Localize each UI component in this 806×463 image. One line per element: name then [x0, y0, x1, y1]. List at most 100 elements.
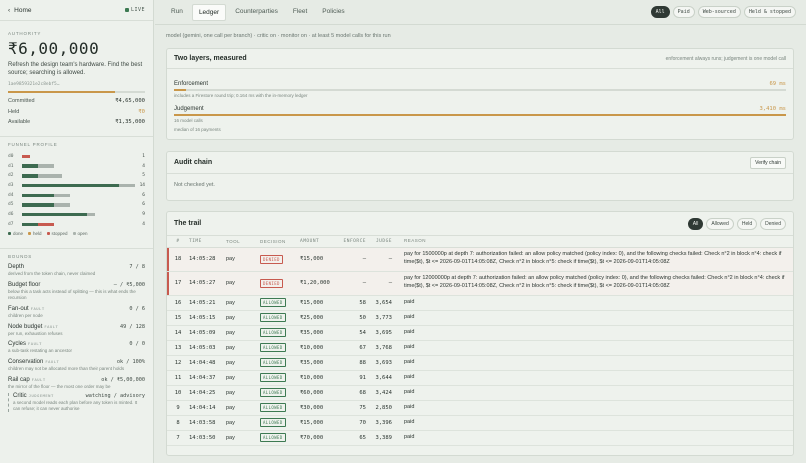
funnel-legend: done held stopped open: [0, 231, 153, 250]
table-row[interactable]: 12 14:04:48 pay ALLOWED ₹35,000 88 3,693 paid: [167, 355, 793, 371]
decision-badge: ALLOWED: [260, 388, 286, 397]
funnel-seg-done: [22, 174, 39, 178]
token-hash[interactable]: 1ae9859321e2c8ebf5…: [8, 82, 145, 87]
row-judge: 3,654: [370, 295, 396, 311]
measure-value: 3,410 ms: [759, 106, 787, 112]
table-row[interactable]: 17 14:05:27 pay DENIED ₹1,20,000— — pay for 12…: [167, 271, 793, 296]
legend-label: stopped: [51, 231, 68, 237]
row-id: 11: [167, 370, 189, 386]
row-decision: ALLOWED: [260, 385, 300, 401]
decision-badge: ALLOWED: [260, 298, 286, 307]
legend-item-open: open: [72, 231, 88, 236]
funnel-bar: [22, 174, 135, 178]
bound-header: Rail cap FAULT ok / ₹5,00,000: [8, 377, 145, 383]
funnel-seg-done: [22, 164, 39, 168]
row-id: 17: [167, 271, 189, 296]
filter-chip[interactable]: Paid: [672, 6, 695, 18]
tab-policies[interactable]: Policies: [316, 4, 350, 21]
filter-chip[interactable]: Web-sourced: [697, 6, 741, 18]
authority-label: AUTHORITY: [8, 31, 42, 36]
funnel-count: 4: [142, 163, 145, 169]
table-row[interactable]: 8 14:03:58 pay ALLOWED ₹15,000 70 3,396 paid: [167, 415, 793, 431]
bound-desc: the mirror of the floor — the most one o…: [8, 384, 111, 390]
row-id: 13: [167, 340, 189, 356]
row-decision: ALLOWED: [260, 340, 300, 356]
row-tool: pay: [226, 415, 260, 431]
decision-badge: ALLOWED: [260, 373, 286, 382]
row-enforce: 65: [342, 430, 370, 446]
row-amount: ₹10,000: [300, 370, 342, 386]
run-meta: model (gemini, one call per branch) · cr…: [166, 33, 391, 39]
row-tool: pay: [226, 310, 260, 326]
tab-counterparties[interactable]: Counterparties: [229, 4, 284, 21]
row-time: 14:05:15: [189, 310, 226, 326]
budget-bar-fill: [8, 91, 115, 94]
filter-chip[interactable]: Held & stopped: [743, 6, 796, 18]
funnel-depth-label: d3: [8, 183, 14, 189]
table-row[interactable]: 15 14:05:15 pay ALLOWED ₹25,000 50 3,773 paid: [167, 310, 793, 326]
bound-header: Depth 7 / 8: [8, 264, 145, 270]
bound-desc: derived from the token chain, never clai…: [8, 271, 96, 277]
tab-run[interactable]: Run: [165, 4, 189, 21]
row-enforce: 88: [342, 355, 370, 371]
total-held: Held ₹0: [8, 107, 145, 118]
funnel-depth-label: d7: [8, 221, 14, 227]
bound-value: 0 / 0: [129, 341, 145, 348]
funnel-count: 1: [142, 154, 145, 160]
table-row[interactable]: 13 14:05:03 pay ALLOWED ₹10,000 67 3,768 paid: [167, 340, 793, 356]
row-decision: ALLOWED: [260, 370, 300, 386]
measure-note: 16 model calls: [174, 118, 203, 123]
measure-note: includes a Firestore round trip; 0.164 m…: [174, 93, 308, 98]
layers-note: enforcement always runs; judgement is on…: [665, 55, 786, 62]
bound-name: Conservation: [8, 359, 44, 366]
legend-item-done: done: [8, 231, 23, 236]
legend-item-stopped: stopped: [46, 231, 68, 237]
table-row[interactable]: 7 14:03:50 pay ALLOWED ₹70,000 65 3,389 paid: [167, 430, 793, 446]
row-amount: ₹25,000: [300, 310, 342, 326]
trail-filter-allowed[interactable]: Allowed: [706, 217, 734, 230]
row-enforce: 50: [342, 310, 370, 326]
table-row[interactable]: 9 14:04:14 pay ALLOWED ₹30,000 75 2,850 paid: [167, 400, 793, 416]
funnel-count: 6: [142, 202, 145, 208]
tab-fleet[interactable]: Fleet: [287, 4, 313, 21]
trail-filter-held[interactable]: Held: [736, 217, 758, 230]
bound-depth: Depth 7 / 8 derived from the token chain, …: [8, 264, 145, 277]
home-link[interactable]: ‹ Home: [8, 7, 32, 14]
row-decision: ALLOWED: [260, 310, 300, 326]
trail-filter-denied[interactable]: Denied: [760, 217, 786, 230]
trail-table-body: 18 14:05:28 pay DENIED ₹15,000— — pay for 1500…: [167, 247, 793, 446]
total-committed: Committed ₹4,65,000: [8, 96, 145, 107]
layers-measures: Enforcement 69 ms includes a Firestore rou…: [167, 81, 793, 123]
row-tool: pay: [226, 370, 260, 386]
view-filters: All Paid Web-sourced Held & stopped: [650, 6, 796, 18]
funnel-depth-label: d6: [8, 212, 14, 218]
trail-filter-all[interactable]: All: [687, 217, 704, 230]
table-row[interactable]: 16 14:05:21 pay ALLOWED ₹15,000 58 3,654 paid: [167, 295, 793, 311]
filter-chip[interactable]: All: [650, 6, 670, 18]
row-decision: ALLOWED: [260, 355, 300, 371]
row-reason: paid: [396, 430, 793, 446]
funnel-seg-done: [22, 193, 55, 198]
table-row[interactable]: 18 14:05:28 pay DENIED ₹15,000— — pay for 1500…: [167, 247, 793, 272]
row-enforce: 70: [342, 415, 370, 431]
row-judge: 3,424: [370, 385, 396, 401]
legend-swatch-icon: [46, 232, 50, 236]
row-id: 9: [167, 400, 189, 416]
row-amount: ₹30,000: [300, 400, 342, 416]
row-reason: paid: [396, 385, 793, 401]
bound-tag: FAULT: [30, 305, 45, 311]
trail-table-header: # TIME TOOL DECISION AMOUNT ENFORCE JUDGE REASO…: [167, 236, 793, 248]
table-row[interactable]: 14 14:05:09 pay ALLOWED ₹35,000 54 3,695 paid: [167, 325, 793, 341]
table-row[interactable]: 10 14:04:25 pay ALLOWED ₹60,000 68 3,424 paid: [167, 385, 793, 401]
critic-desc: a second model reads each plan before an…: [13, 399, 138, 411]
trail-filters: All Allowed Held Denied: [687, 217, 786, 230]
row-tool: pay: [226, 430, 260, 446]
funnel-row-d0: d0 1: [8, 152, 145, 162]
table-row[interactable]: 11 14:04:37 pay ALLOWED ₹10,000 91 3,644 paid: [167, 370, 793, 386]
row-tool: pay: [226, 385, 260, 401]
tab-ledger[interactable]: Ledger: [191, 3, 227, 21]
layers-footer: median of 16 payments: [174, 127, 221, 132]
funnel-row-d7: d7 4: [8, 220, 145, 230]
row-amount: ₹35,000: [300, 325, 342, 341]
verify-chain-button[interactable]: Verify chain: [750, 156, 786, 169]
